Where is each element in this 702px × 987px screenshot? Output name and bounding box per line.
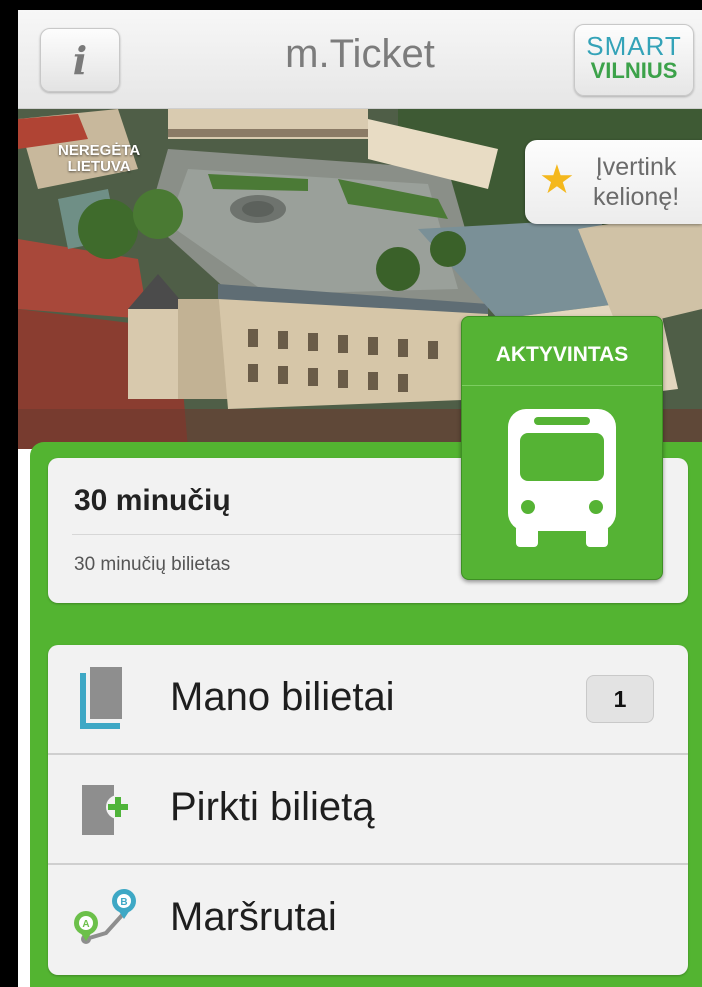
watermark-line-2: LIETUVA	[67, 158, 131, 175]
smart-vilnius-logo-button[interactable]: SMART VILNIUS	[574, 24, 694, 96]
ticket-description: 30 minučių bilietas	[74, 554, 231, 575]
ticket-divider	[72, 534, 470, 535]
activated-label: AKTYVINTAS	[495, 343, 629, 366]
menu-item-label: Mano bilietai	[170, 675, 395, 719]
rate-trip-line-2: kelionę!	[593, 183, 680, 211]
route-icon: A B	[74, 889, 136, 944]
menu-item-label: Maršrutai	[170, 895, 337, 939]
ticket-name: 30 minučių	[74, 484, 231, 517]
menu-item-my-tickets[interactable]: Mano bilietai 1	[48, 645, 688, 753]
photo-watermark: NEREGĖTA LIETUVA	[58, 143, 140, 175]
app-screen: i m.Ticket SMART VILNIUS NEREGĖTA LIETUV…	[18, 10, 702, 987]
svg-text:A: A	[82, 919, 89, 930]
activated-status-tile[interactable]: AKTYVINTAS	[461, 316, 663, 580]
tickets-icon	[80, 667, 122, 729]
menu-item-label: Pirkti bilietą	[170, 785, 375, 829]
menu-item-buy-ticket[interactable]: Pirkti bilietą	[48, 755, 688, 863]
rate-trip-line-1: Įvertink	[595, 153, 677, 181]
bus-icon	[508, 409, 616, 547]
watermark-line-1: NEREGĖTA	[58, 142, 141, 159]
tickets-count-badge: 1	[586, 675, 654, 723]
logo-line-1: SMART	[586, 31, 682, 61]
activated-divider	[462, 385, 662, 386]
logo-line-2: VILNIUS	[590, 58, 678, 83]
star-icon: ★	[539, 158, 575, 202]
app-header: i m.Ticket SMART VILNIUS	[18, 10, 702, 109]
buy-ticket-icon	[82, 785, 130, 835]
menu-item-routes[interactable]: A B Maršrutai	[48, 865, 688, 973]
main-menu: Mano bilietai 1 Pirkti bilietą A B Maršr…	[48, 645, 688, 975]
svg-text:B: B	[120, 897, 127, 908]
rate-trip-label: Įvertink kelionę!	[593, 152, 679, 212]
rate-trip-button[interactable]: ★ Įvertink kelionę!	[525, 140, 702, 224]
